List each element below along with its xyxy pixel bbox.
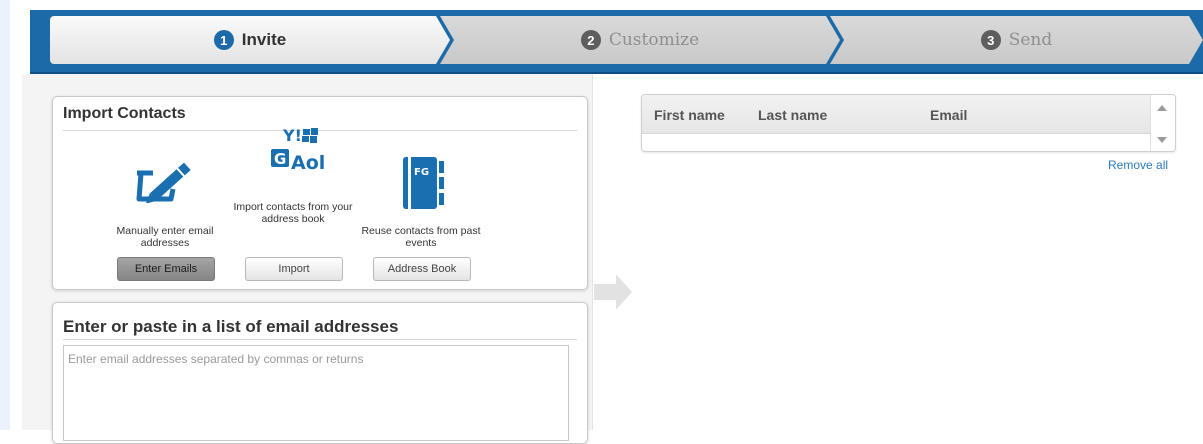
option-description: Manually enter email addresses xyxy=(116,225,214,249)
left-panel: Import Contacts Manually enter email add… xyxy=(22,74,593,444)
divider xyxy=(63,339,577,340)
step-invite[interactable]: 1 Invite xyxy=(50,16,450,64)
svg-text:G: G xyxy=(274,150,286,168)
svg-text:Y!: Y! xyxy=(282,126,302,145)
step-send[interactable]: 3 Send xyxy=(830,16,1203,64)
column-header-first-name[interactable]: First name xyxy=(654,107,725,123)
scroll-down-arrow-icon[interactable] xyxy=(1157,137,1167,143)
option-import: Y! G Aol Import contacts from your addre… xyxy=(233,126,353,289)
option-description: Import contacts from your address book xyxy=(233,201,353,225)
fg-address-book-icon: FG xyxy=(403,157,444,209)
step-number-badge: 2 xyxy=(580,30,601,50)
right-arrow-icon xyxy=(594,274,632,310)
scroll-up-arrow-icon[interactable] xyxy=(1157,105,1167,111)
fg-logo-text: FG xyxy=(414,167,429,178)
wizard-steps: 1 Invite 2 Customize 3 Send xyxy=(50,16,1203,64)
option-manual-entry: Manually enter email addresses Enter Ema… xyxy=(105,141,225,289)
remove-all-link[interactable]: Remove all xyxy=(1108,158,1168,172)
option-address-book: FG Reuse contacts from past events Addre… xyxy=(361,141,481,289)
pencil-edit-icon xyxy=(136,162,191,203)
step-label: Send xyxy=(1008,30,1053,50)
table-scrollbar[interactable] xyxy=(1150,95,1175,151)
import-button[interactable]: Import xyxy=(245,257,343,281)
import-contacts-card: Import Contacts Manually enter email add… xyxy=(52,96,588,290)
address-book-button[interactable]: Address Book xyxy=(373,257,471,281)
contacts-table: First name Last name Email xyxy=(641,94,1176,152)
paste-emails-title: Enter or paste in a list of email addres… xyxy=(63,317,399,336)
column-header-email[interactable]: Email xyxy=(930,107,967,123)
step-number-badge: 3 xyxy=(980,30,1001,50)
step-number-badge: 1 xyxy=(213,30,234,50)
table-header: First name Last name Email xyxy=(642,95,1150,134)
step-customize[interactable]: 2 Customize xyxy=(440,16,840,64)
paste-emails-card: Enter or paste in a list of email addres… xyxy=(52,302,588,444)
step-label: Invite xyxy=(241,30,287,49)
address-book-providers-icon: Y! G Aol xyxy=(271,126,325,174)
step-label: Customize xyxy=(608,30,700,50)
svg-text:Aol: Aol xyxy=(291,152,325,174)
option-description: Reuse contacts from past events xyxy=(361,225,481,249)
email-list-textarea[interactable] xyxy=(63,345,569,441)
column-header-last-name[interactable]: Last name xyxy=(758,107,827,123)
enter-emails-button[interactable]: Enter Emails xyxy=(117,257,215,281)
left-edge-strip xyxy=(0,0,10,430)
import-contacts-title: Import Contacts xyxy=(63,105,186,122)
